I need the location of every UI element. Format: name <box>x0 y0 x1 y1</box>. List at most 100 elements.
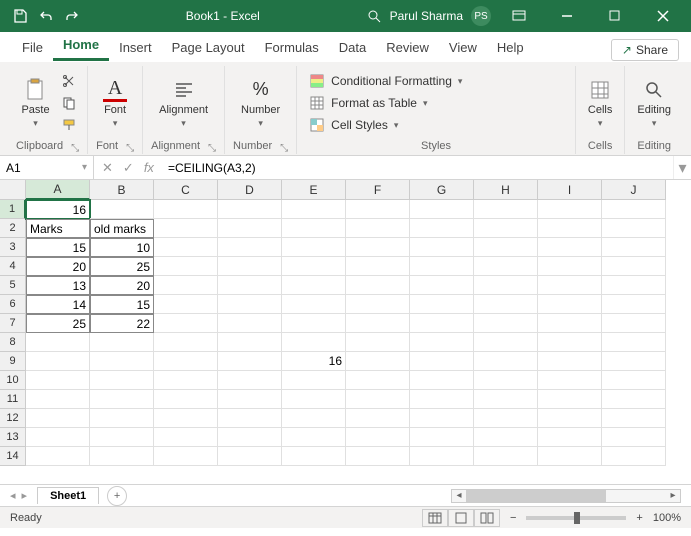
cell[interactable] <box>538 371 602 390</box>
cell[interactable] <box>538 352 602 371</box>
cell[interactable] <box>282 390 346 409</box>
cell[interactable] <box>282 257 346 276</box>
cell[interactable] <box>474 352 538 371</box>
row-header[interactable]: 13 <box>0 428 26 447</box>
cell-E9[interactable]: 16 <box>282 352 346 371</box>
cell[interactable] <box>538 219 602 238</box>
save-icon[interactable] <box>12 8 28 24</box>
undo-icon[interactable] <box>38 8 54 24</box>
cell[interactable] <box>26 409 90 428</box>
cell[interactable] <box>282 314 346 333</box>
cell[interactable] <box>218 447 282 466</box>
cell[interactable] <box>218 200 282 219</box>
cell[interactable] <box>26 390 90 409</box>
cell[interactable] <box>410 447 474 466</box>
cell[interactable] <box>602 314 666 333</box>
share-button[interactable]: ↗Share <box>611 39 679 61</box>
select-all-corner[interactable] <box>0 180 26 200</box>
number-button[interactable]: % Number ▾ <box>237 74 284 133</box>
col-header[interactable]: A <box>26 180 90 200</box>
formula-input[interactable]: =CEILING(A3,2) <box>162 156 673 179</box>
col-header[interactable]: B <box>90 180 154 200</box>
cell[interactable] <box>218 428 282 447</box>
cell[interactable] <box>410 428 474 447</box>
cell[interactable] <box>538 428 602 447</box>
cell[interactable] <box>218 219 282 238</box>
cell[interactable] <box>602 200 666 219</box>
cell[interactable] <box>602 447 666 466</box>
alignment-button[interactable]: Alignment ▾ <box>155 74 212 133</box>
cell[interactable] <box>218 390 282 409</box>
cell[interactable] <box>282 219 346 238</box>
cell-B4[interactable]: 25 <box>90 257 154 276</box>
minimize-icon[interactable] <box>547 0 587 32</box>
tab-view[interactable]: View <box>439 34 487 61</box>
cell[interactable] <box>410 314 474 333</box>
cell[interactable] <box>90 390 154 409</box>
add-sheet-button[interactable]: + <box>107 486 127 506</box>
col-header[interactable]: C <box>154 180 218 200</box>
cell-styles-button[interactable]: Cell Styles ▾ <box>305 115 402 135</box>
row-header[interactable]: 5 <box>0 276 26 295</box>
cell[interactable] <box>474 333 538 352</box>
cell[interactable] <box>410 219 474 238</box>
cell[interactable] <box>154 428 218 447</box>
cell[interactable] <box>346 333 410 352</box>
cell[interactable] <box>474 295 538 314</box>
maximize-icon[interactable] <box>595 0 635 32</box>
cell[interactable] <box>346 276 410 295</box>
cell[interactable] <box>602 276 666 295</box>
tab-home[interactable]: Home <box>53 31 109 61</box>
cell-A1[interactable]: 16 <box>26 200 90 219</box>
zoom-in-icon[interactable]: + <box>636 512 642 524</box>
format-painter-icon[interactable] <box>60 116 78 134</box>
cell[interactable] <box>282 276 346 295</box>
tab-help[interactable]: Help <box>487 34 534 61</box>
cell[interactable] <box>282 295 346 314</box>
cell[interactable] <box>218 238 282 257</box>
cell[interactable] <box>90 371 154 390</box>
row-header[interactable]: 2 <box>0 219 26 238</box>
cell-B6[interactable]: 15 <box>90 295 154 314</box>
expand-formula-icon[interactable]: ▾ <box>673 156 691 179</box>
cell[interactable] <box>90 352 154 371</box>
font-button[interactable]: A Font ▾ <box>99 74 131 133</box>
cell[interactable] <box>410 257 474 276</box>
cell[interactable] <box>218 295 282 314</box>
col-header[interactable]: H <box>474 180 538 200</box>
sheet-next-icon[interactable]: ▸ <box>22 489 28 502</box>
cancel-formula-icon[interactable]: ✕ <box>102 160 113 176</box>
cell[interactable] <box>90 447 154 466</box>
fx-icon[interactable]: fx <box>144 160 154 175</box>
cell-B5[interactable]: 20 <box>90 276 154 295</box>
row-header[interactable]: 14 <box>0 447 26 466</box>
cell[interactable] <box>154 333 218 352</box>
cell[interactable] <box>410 276 474 295</box>
horizontal-scrollbar[interactable]: ◂ ▸ <box>451 489 681 503</box>
avatar[interactable]: PS <box>471 6 491 26</box>
cell[interactable] <box>154 219 218 238</box>
cell[interactable] <box>90 333 154 352</box>
cell[interactable] <box>602 428 666 447</box>
cell[interactable] <box>538 314 602 333</box>
format-as-table-button[interactable]: Format as Table ▾ <box>305 93 431 113</box>
cell[interactable] <box>282 238 346 257</box>
cell[interactable] <box>218 333 282 352</box>
cell[interactable] <box>410 409 474 428</box>
cell[interactable] <box>346 428 410 447</box>
editing-button[interactable]: Editing ▾ <box>633 74 675 133</box>
cell[interactable] <box>218 409 282 428</box>
cell[interactable] <box>474 276 538 295</box>
cell[interactable] <box>90 409 154 428</box>
cell[interactable] <box>282 447 346 466</box>
normal-view-icon[interactable] <box>422 509 448 527</box>
cell[interactable] <box>90 428 154 447</box>
enter-formula-icon[interactable]: ✓ <box>123 160 134 176</box>
copy-icon[interactable] <box>60 94 78 112</box>
cell[interactable] <box>474 371 538 390</box>
cell[interactable] <box>26 428 90 447</box>
col-header[interactable]: G <box>410 180 474 200</box>
cut-icon[interactable] <box>60 72 78 90</box>
cell[interactable] <box>346 352 410 371</box>
sheet-tab[interactable]: Sheet1 <box>37 487 99 504</box>
